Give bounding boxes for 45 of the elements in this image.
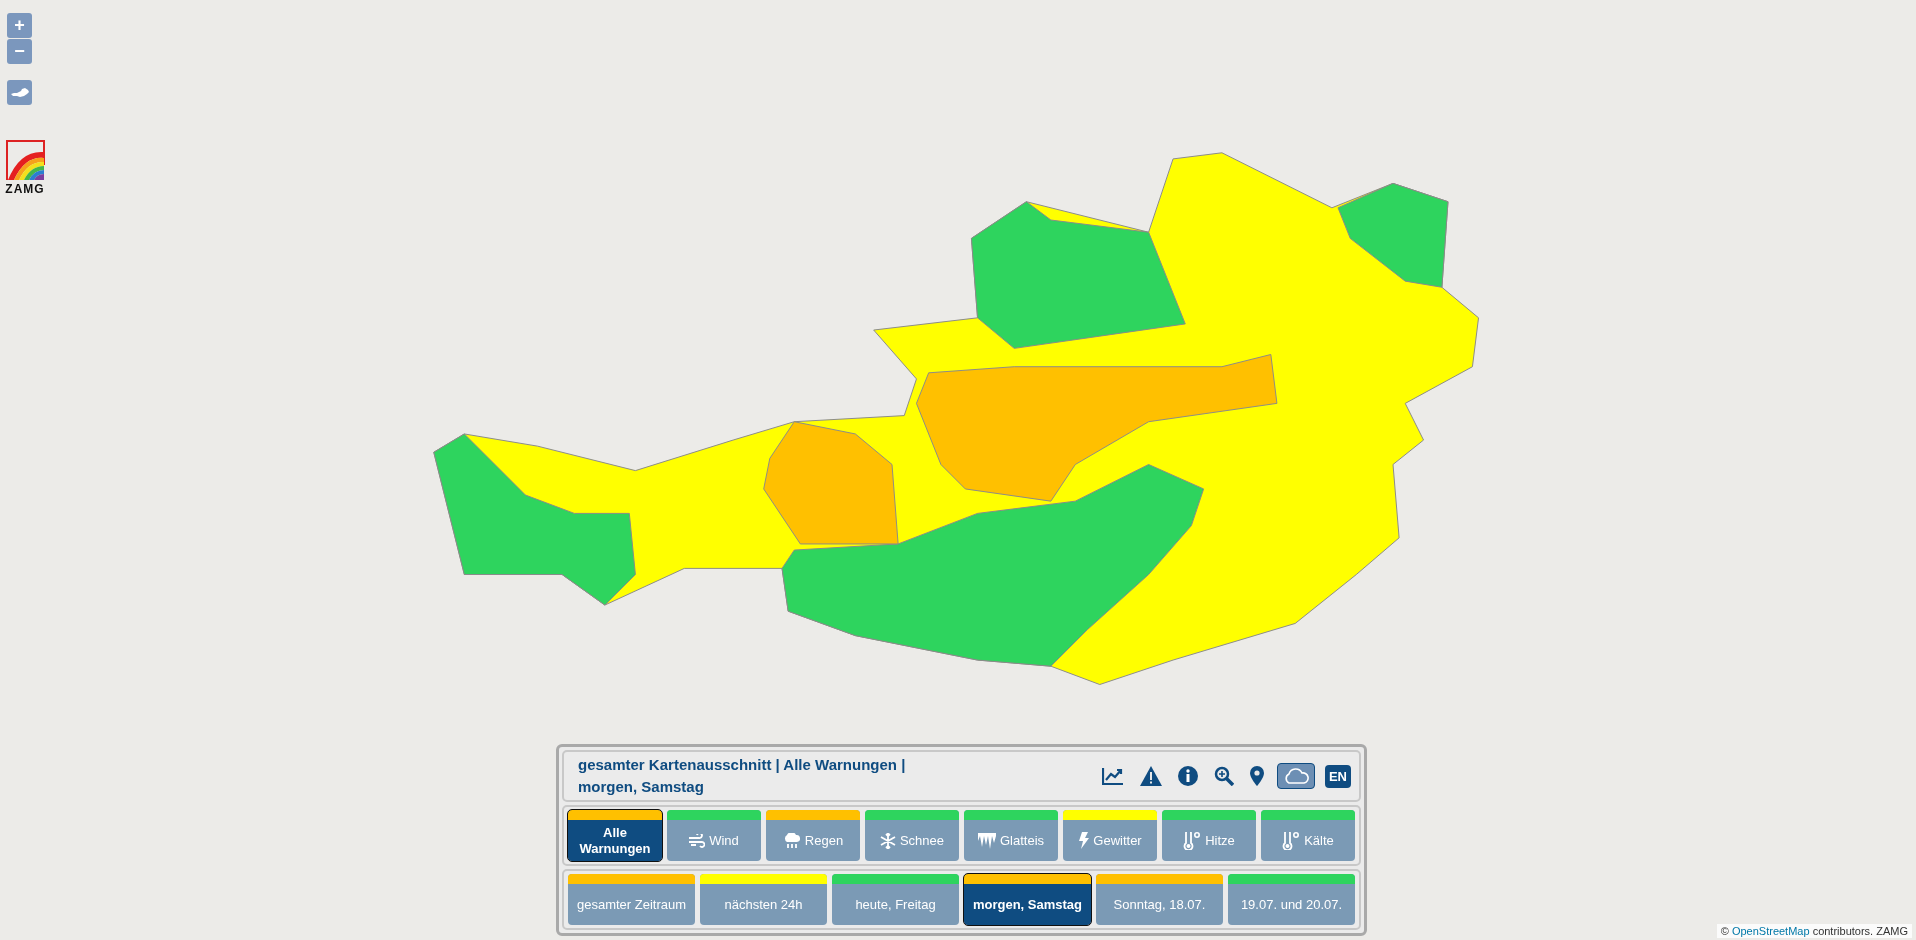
snowflake-icon — [879, 832, 896, 849]
warning-region[interactable] — [970, 201, 1186, 349]
country-shape-icon — [10, 88, 29, 97]
warning-type-tab[interactable]: Glatteis — [964, 810, 1058, 861]
warning-type-tab[interactable]: Alle Warnungen — [568, 810, 662, 861]
cloud-button[interactable] — [1276, 763, 1315, 789]
lightning-icon — [1078, 832, 1090, 849]
period-tab[interactable]: heute, Freitag — [832, 874, 959, 925]
rainbow-logo-icon — [5, 140, 45, 180]
zoom-out-button[interactable]: − — [7, 39, 32, 64]
warning-region[interactable] — [915, 354, 1278, 502]
warning-region[interactable] — [1337, 182, 1449, 288]
line-chart-icon — [1101, 767, 1124, 785]
warning-type-tab[interactable]: Gewitter — [1063, 810, 1157, 861]
search-icon — [1213, 766, 1234, 786]
location-pin-icon — [1249, 766, 1264, 786]
period-tab[interactable]: 19.07. und 20.07. — [1228, 874, 1355, 925]
warning-type-tab[interactable]: Regen — [766, 810, 860, 861]
rain-cloud-icon — [782, 832, 801, 849]
info-icon — [1177, 766, 1198, 786]
period-tab[interactable]: morgen, Samstag — [964, 874, 1091, 925]
logo-text: ZAMG — [5, 182, 45, 196]
language-button[interactable]: EN — [1324, 764, 1351, 788]
warning-type-tab[interactable]: Hitze — [1162, 810, 1256, 861]
warning-region[interactable] — [763, 421, 899, 545]
thermometer-icon — [1282, 831, 1301, 850]
period-tab[interactable]: gesamter Zeitraum — [568, 874, 695, 925]
panel-title: gesamter Kartenausschnitt | Alle Warnungen | — [578, 755, 906, 775]
period-tab[interactable]: nächsten 24h — [700, 874, 827, 925]
wind-icon — [689, 833, 706, 848]
warning-icon — [1139, 766, 1162, 786]
panel-title: morgen, Samstag — [578, 777, 705, 797]
attribution-text: © OpenStreetMap contributors. ZAMG — [1716, 924, 1912, 938]
zoom-in-button[interactable]: + — [7, 13, 32, 38]
warning-type-tab[interactable]: Wind — [667, 810, 761, 861]
openstreetmap-link[interactable]: OpenStreetMap — [1731, 925, 1810, 937]
cloud-icon — [1282, 767, 1309, 785]
warning-type-tab[interactable]: Schnee — [865, 810, 959, 861]
warning-region[interactable] — [781, 464, 1205, 667]
country-view-button[interactable] — [7, 80, 32, 105]
thermometer-icon — [1183, 831, 1202, 850]
warning-type-tab[interactable]: Kälte — [1261, 810, 1355, 861]
warning-region[interactable] — [433, 433, 636, 606]
period-tab[interactable]: Sonntag, 18.07. — [1096, 874, 1223, 925]
icicles-icon — [977, 832, 996, 849]
